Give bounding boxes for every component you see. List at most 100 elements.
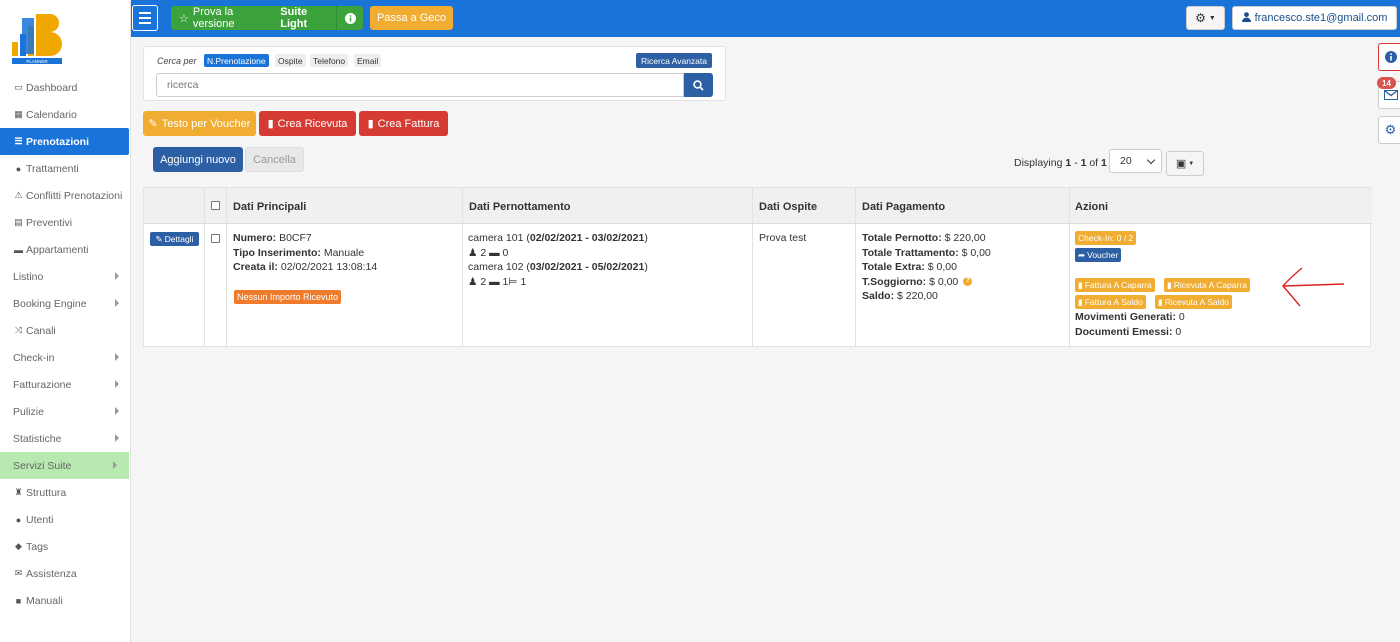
column-divider xyxy=(752,188,753,346)
menu-toggle-button[interactable] xyxy=(132,5,158,31)
file-icon: ▮ xyxy=(267,118,274,130)
info-circle-icon[interactable] xyxy=(337,12,363,24)
sidebar-item-check-in[interactable]: Check-in xyxy=(0,344,131,371)
sidebar-item-prenotazioni[interactable]: ☰ Prenotazioni xyxy=(0,128,129,155)
totale-pernotto-value: $ 220,00 xyxy=(944,232,986,244)
voucher-button[interactable]: ➦ Voucher xyxy=(1075,248,1122,262)
sidebar-item-pulizie[interactable]: Pulizie xyxy=(0,398,131,425)
voucher-text-button[interactable]: ✎ Testo per Voucher xyxy=(143,111,256,136)
sidebar-item-canali[interactable]: ⤨ Canali xyxy=(0,317,131,344)
movimenti-value: 0 xyxy=(1178,311,1185,323)
documenti-label: Documenti Emessi: xyxy=(1075,325,1173,338)
camera-102-guests-line: ♟ 2 ▬ 1⊨ 1 xyxy=(468,275,648,290)
sidebar-item-label: Prenotazioni xyxy=(26,135,90,148)
crea-ricevuta-button[interactable]: ▮ Crea Ricevuta xyxy=(259,111,356,136)
search-icon xyxy=(693,79,704,91)
select-all-checkbox[interactable] xyxy=(211,201,220,210)
saldo-line: Saldo: $ 220,00 xyxy=(862,289,991,304)
totale-trattamento-label: Totale Trattamento: xyxy=(862,246,959,259)
star-icon: ☆ xyxy=(179,12,189,25)
sidebar-item-listino[interactable]: Listino xyxy=(0,263,131,290)
totale-extra-value: $ 0,00 xyxy=(927,261,957,273)
camera-101-beds: 0 xyxy=(502,246,509,259)
ricevuta-saldo-label: Ricevuta A Saldo xyxy=(1164,297,1229,307)
per-page-select[interactable]: 20 xyxy=(1109,149,1162,173)
sidebar-item-booking-engine[interactable]: Booking Engine xyxy=(0,290,131,317)
sidebar-item-struttura[interactable]: ♜ Struttura xyxy=(0,479,131,506)
ricevuta-caparra-button[interactable]: ▮ Ricevuta A Caparra xyxy=(1164,278,1250,292)
file-icon: ▮ xyxy=(1167,279,1172,290)
sidebar-item-calendario[interactable]: ▦ Calendario xyxy=(0,101,131,128)
ricevuta-saldo-button[interactable]: ▮ Ricevuta A Saldo xyxy=(1155,295,1232,309)
column-divider xyxy=(226,188,227,346)
filter-telefono[interactable]: Telefono xyxy=(310,54,349,67)
tipo-value: Manuale xyxy=(323,246,365,259)
advanced-search-button[interactable]: Ricerca Avanzata xyxy=(636,53,712,68)
cancel-button[interactable]: Cancella xyxy=(245,147,304,172)
ricevuta-caparra-label: Ricevuta A Caparra xyxy=(1173,280,1247,290)
filter-email[interactable]: Email xyxy=(354,54,382,67)
sidebar-item-appartamenti[interactable]: ▬ Appartamenti xyxy=(0,236,131,263)
fattura-caparra-button[interactable]: ▮ Fattura A Caparra xyxy=(1075,278,1155,292)
row-checkbox[interactable] xyxy=(211,234,220,243)
sidebar-item-label: Dashboard xyxy=(26,81,78,94)
info-panel-button[interactable] xyxy=(1378,43,1400,71)
user-menu-button[interactable]: francesco.ste1@gmail.com xyxy=(1232,6,1397,30)
file-icon: ▮ xyxy=(1078,279,1083,290)
soggiorno-label: T.Soggiorno: xyxy=(862,275,927,288)
caret-down-icon: ▼ xyxy=(1188,160,1195,167)
documenti-line: Documenti Emessi: 0 xyxy=(1075,325,1185,340)
settings-dropdown-button[interactable]: ⚙ ▼ xyxy=(1186,6,1225,30)
print-dropdown-button[interactable]: ▣ ▼ xyxy=(1166,151,1204,176)
hamburger-icon-line xyxy=(139,22,151,24)
reservations-table: Dati Principali Dati Pernottamento Dati … xyxy=(143,187,1372,347)
sidebar-item-utenti[interactable]: ● Utenti xyxy=(0,506,131,533)
sidebar-item-manuali[interactable]: ■ Manuali xyxy=(0,587,131,614)
tags-icon: ◆ xyxy=(15,541,22,551)
search-input[interactable] xyxy=(156,73,684,97)
bb-planner-logo[interactable]: PLANNER xyxy=(10,12,68,66)
sidebar-item-trattamenti[interactable]: ● Trattamenti xyxy=(0,155,131,182)
info-circle-icon xyxy=(1384,51,1397,63)
displaying-total: 1 xyxy=(1101,157,1107,169)
totale-trattamento-value: $ 0,00 xyxy=(961,246,991,259)
totale-pernotto-line: Totale Pernotto: $ 220,00 xyxy=(862,231,991,246)
sidebar-item-assistenza[interactable]: ✉ Assistenza xyxy=(0,560,131,587)
sidebar-item-fatturazione[interactable]: Fatturazione xyxy=(0,371,131,398)
filter-n-prenotazione[interactable]: N.Prenotazione xyxy=(204,54,269,67)
gear-icon: ⚙ xyxy=(1195,11,1206,25)
filter-ospite[interactable]: Ospite xyxy=(275,54,306,67)
monitor-icon: ▭ xyxy=(14,82,23,92)
pencil-icon: ✎ xyxy=(148,118,158,130)
add-new-button[interactable]: Aggiungi nuovo xyxy=(153,147,243,172)
checkin-badge[interactable]: Check-In: 0 / 2 xyxy=(1075,231,1137,245)
search-by-label: Cerca per xyxy=(157,56,197,66)
nessun-importo-badge: Nessun Importo Ricevuto xyxy=(234,290,342,304)
try-suite-light-button[interactable]: ☆ Prova la versione Suite Light xyxy=(171,6,363,30)
sidebar-item-label: Assistenza xyxy=(26,567,77,580)
sidebar-item-servizi-suite[interactable]: Servizi Suite xyxy=(0,452,129,479)
sidebar-item-statistiche[interactable]: Statistiche xyxy=(0,425,131,452)
sidebar-item-conflitti[interactable]: ⚠ Conflitti Prenotazioni xyxy=(0,182,131,209)
dettagli-button[interactable]: ✎ Dettagli xyxy=(150,232,199,246)
fattura-saldo-button[interactable]: ▮ Fattura A Saldo xyxy=(1075,295,1146,309)
sidebar: PLANNER ▭ Dashboard ▦ Calendario ☰ Prenotaz… xyxy=(0,0,131,642)
cogs-icon: ⚙ xyxy=(1384,122,1397,137)
search-button[interactable] xyxy=(684,73,713,97)
cogs-panel-button[interactable]: ⚙ xyxy=(1378,116,1400,144)
passa-a-geco-button[interactable]: Passa a Geco xyxy=(370,6,453,30)
sidebar-item-tags[interactable]: ◆ Tags xyxy=(0,533,131,560)
file-icon: ▮ xyxy=(367,118,374,130)
sidebar-item-preventivi[interactable]: ▤ Preventivi xyxy=(0,209,131,236)
camera-101-close: ) xyxy=(644,232,648,244)
sidebar-item-dashboard[interactable]: ▭ Dashboard xyxy=(0,74,131,101)
annotation-arrow xyxy=(1282,267,1345,307)
crea-fattura-button[interactable]: ▮ Crea Fattura xyxy=(359,111,448,136)
user-icon: ● xyxy=(15,514,22,525)
camera-102-dates: 03/02/2021 - 05/02/2021 xyxy=(529,261,645,273)
question-circle-icon[interactable]: ? xyxy=(963,277,973,287)
column-divider xyxy=(855,188,856,346)
warning-icon: ⚠ xyxy=(14,190,23,200)
sidebar-item-label: Trattamenti xyxy=(26,162,79,175)
sidebar-item-label: Pulizie xyxy=(13,405,44,418)
